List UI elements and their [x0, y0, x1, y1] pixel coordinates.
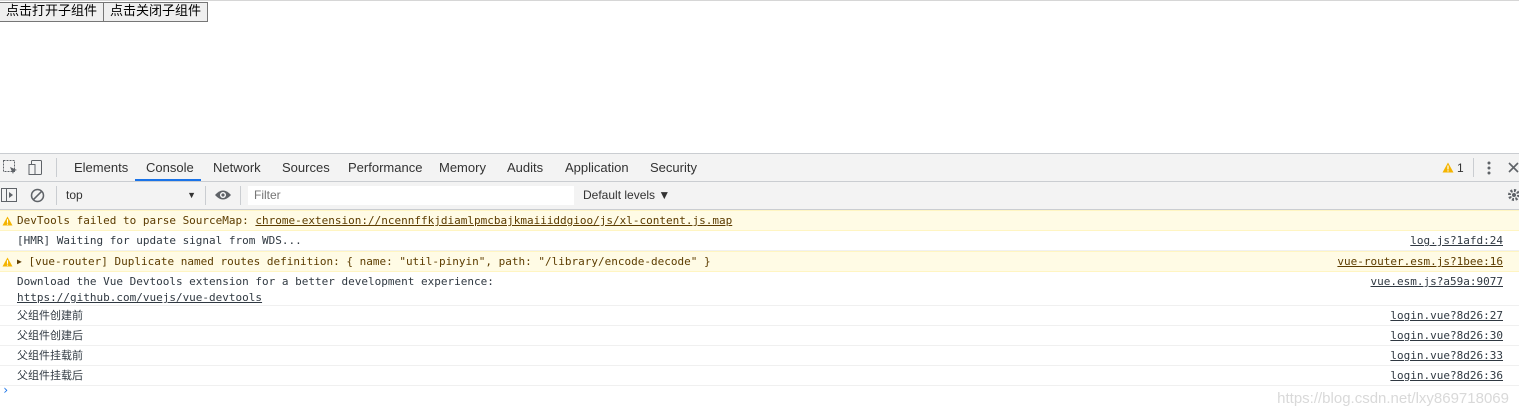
message-text: [vue-router] Duplicate named routes defi…	[28, 255, 711, 268]
console-message-warning[interactable]: ▶ [vue-router] Duplicate named routes de…	[0, 251, 1519, 272]
console-message[interactable]: [HMR] Waiting for update signal from WDS…	[0, 231, 1519, 251]
tab-divider	[1473, 158, 1474, 177]
filter-input[interactable]: Filter	[248, 186, 574, 205]
tab-security[interactable]: Security	[650, 154, 697, 181]
message-text: [HMR] Waiting for update signal from WDS…	[17, 234, 302, 247]
live-expression-eye-icon[interactable]	[214, 189, 232, 201]
vue-devtools-link[interactable]: https://github.com/vuejs/vue-devtools	[17, 291, 262, 304]
warning-icon	[2, 257, 13, 267]
tab-console[interactable]: Console	[146, 154, 194, 181]
sidebar-toggle-icon[interactable]	[1, 188, 17, 202]
message-source-link[interactable]: vue-router.esm.js?1bee:16	[1337, 254, 1503, 270]
message-source-link[interactable]: login.vue?8d26:36	[1390, 368, 1503, 384]
dropdown-arrow-icon: ▼	[187, 190, 196, 200]
console-toolbar: top ▼ Filter Default levels ▼	[0, 182, 1519, 210]
tab-application[interactable]: Application	[565, 154, 629, 181]
watermark: https://blog.csdn.net/lxy869718069	[1277, 390, 1509, 407]
message-source-link[interactable]: log.js?1afd:24	[1410, 233, 1503, 249]
message-text: 父组件挂载前	[17, 349, 83, 362]
toolbar-divider	[205, 186, 206, 205]
message-text: 父组件创建后	[17, 329, 83, 342]
message-source-link[interactable]: vue.esm.js?a59a:9077	[1371, 274, 1503, 290]
log-levels-dropdown[interactable]: Default levels ▼	[583, 185, 670, 205]
device-toolbar-icon[interactable]	[28, 159, 45, 176]
expand-triangle-icon[interactable]: ▶	[17, 257, 22, 266]
open-child-button[interactable]: 点击打开子组件	[0, 2, 105, 22]
context-value: top	[66, 188, 83, 202]
more-menu-icon[interactable]	[1484, 160, 1494, 176]
context-selector[interactable]: top ▼	[62, 185, 202, 205]
warning-icon[interactable]	[1442, 162, 1454, 173]
close-child-button[interactable]: 点击关闭子组件	[103, 2, 209, 22]
settings-gear-icon[interactable]	[1507, 188, 1519, 202]
tab-sources[interactable]: Sources	[282, 154, 330, 181]
top-divider	[0, 0, 1519, 1]
tab-elements[interactable]: Elements	[74, 154, 128, 181]
active-tab-indicator	[135, 179, 201, 181]
tab-performance[interactable]: Performance	[348, 154, 422, 181]
page-viewport: 点击打开子组件 点击关闭子组件	[0, 0, 1519, 153]
console-message-warning[interactable]: DevTools failed to parse SourceMap: chro…	[0, 210, 1519, 231]
tab-divider	[56, 158, 57, 177]
close-icon[interactable]	[1508, 162, 1519, 173]
tab-memory[interactable]: Memory	[439, 154, 486, 181]
console-message[interactable]: 父组件创建前 login.vue?8d26:27	[0, 306, 1519, 326]
console-messages: DevTools failed to parse SourceMap: chro…	[0, 210, 1519, 386]
message-text: DevTools failed to parse SourceMap:	[17, 214, 256, 227]
devtools-panel: Elements Console Network Sources Perform…	[0, 153, 1519, 412]
sourcemap-link[interactable]: chrome-extension://ncennffkjdiamlpmcbajk…	[255, 214, 732, 227]
tab-network[interactable]: Network	[213, 154, 261, 181]
message-text: 父组件创建前	[17, 309, 83, 322]
toolbar-divider	[56, 186, 57, 205]
console-prompt-chevron-icon[interactable]: ›	[2, 383, 9, 397]
console-message[interactable]: Download the Vue Devtools extension for …	[0, 272, 1519, 306]
console-message[interactable]: 父组件挂载后 login.vue?8d26:36	[0, 366, 1519, 386]
console-message[interactable]: 父组件挂载前 login.vue?8d26:33	[0, 346, 1519, 366]
toolbar-divider	[240, 186, 241, 205]
message-text: Download the Vue Devtools extension for …	[17, 275, 494, 288]
clear-console-icon[interactable]	[30, 188, 45, 203]
message-text: 父组件挂载后	[17, 369, 83, 382]
message-source-link[interactable]: login.vue?8d26:27	[1390, 308, 1503, 324]
inspect-element-icon[interactable]	[2, 159, 19, 176]
warning-count[interactable]: 1	[1457, 161, 1464, 175]
tab-audits[interactable]: Audits	[507, 154, 543, 181]
message-source-link[interactable]: login.vue?8d26:30	[1390, 328, 1503, 344]
message-source-link[interactable]: login.vue?8d26:33	[1390, 348, 1503, 364]
devtools-tabbar: Elements Console Network Sources Perform…	[0, 154, 1519, 182]
warning-icon	[2, 216, 13, 226]
console-message[interactable]: 父组件创建后 login.vue?8d26:30	[0, 326, 1519, 346]
